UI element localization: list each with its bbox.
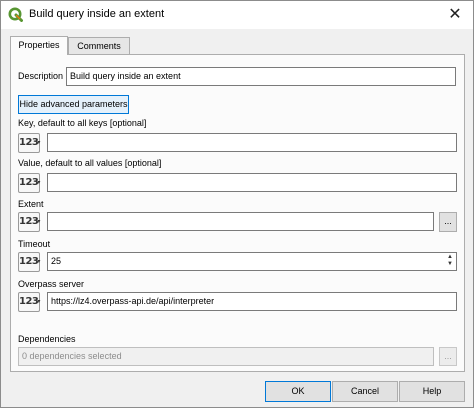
overpass-server-input[interactable]: https://lz4.overpass-api.de/api/interpre… — [47, 292, 457, 311]
value-label: Value, default to all values [optional] — [18, 158, 162, 168]
dependencies-label: Dependencies — [18, 334, 76, 344]
timeout-spinbox[interactable]: 25 ▲ ▼ — [47, 252, 457, 271]
extent-input[interactable] — [47, 212, 434, 231]
dropdown-arrow-icon: ▾ — [37, 179, 40, 186]
timeout-label: Timeout — [18, 239, 51, 249]
numeric-type-icon[interactable]: 123▾ — [18, 173, 40, 193]
extent-label: Extent — [18, 199, 44, 209]
properties-panel: Description Build query inside an extent… — [10, 54, 465, 372]
dropdown-arrow-icon: ▾ — [37, 298, 40, 305]
dropdown-arrow-icon: ▾ — [37, 218, 40, 225]
help-button[interactable]: Help — [399, 381, 465, 402]
dropdown-arrow-icon: ▾ — [37, 258, 40, 265]
numeric-type-icon[interactable]: 123▾ — [18, 133, 40, 153]
close-button[interactable]: ✕ — [445, 5, 465, 25]
hide-advanced-parameters-button[interactable]: Hide advanced parameters — [18, 95, 129, 114]
ok-button[interactable]: OK — [265, 381, 331, 402]
description-input[interactable]: Build query inside an extent — [66, 67, 456, 86]
tab-comments[interactable]: Comments — [68, 37, 130, 54]
dependencies-browse-button: ... — [439, 347, 457, 366]
spin-arrows-icon[interactable]: ▲ ▼ — [445, 254, 455, 269]
value-input[interactable] — [47, 173, 457, 192]
numeric-type-icon[interactable]: 123▾ — [18, 252, 40, 272]
dependencies-field: 0 dependencies selected — [18, 347, 434, 366]
timeout-value: 25 — [51, 256, 62, 266]
tab-properties[interactable]: Properties — [10, 36, 68, 55]
overpass-server-label: Overpass server — [18, 279, 85, 289]
dialog-window: Build query inside an extent ✕ Propertie… — [0, 0, 474, 408]
description-label: Description — [18, 71, 64, 81]
numeric-type-icon[interactable]: 123▾ — [18, 212, 40, 232]
qgis-logo-icon — [8, 7, 23, 22]
window-title: Build query inside an extent — [29, 8, 165, 20]
numeric-type-icon[interactable]: 123▾ — [18, 292, 40, 312]
extent-browse-button[interactable]: ... — [439, 212, 457, 232]
key-input[interactable] — [47, 133, 457, 152]
cancel-button[interactable]: Cancel — [332, 381, 398, 402]
title-bar: Build query inside an extent ✕ — [1, 1, 473, 29]
key-label: Key, default to all keys [optional] — [18, 118, 147, 128]
dropdown-arrow-icon: ▾ — [37, 139, 40, 146]
